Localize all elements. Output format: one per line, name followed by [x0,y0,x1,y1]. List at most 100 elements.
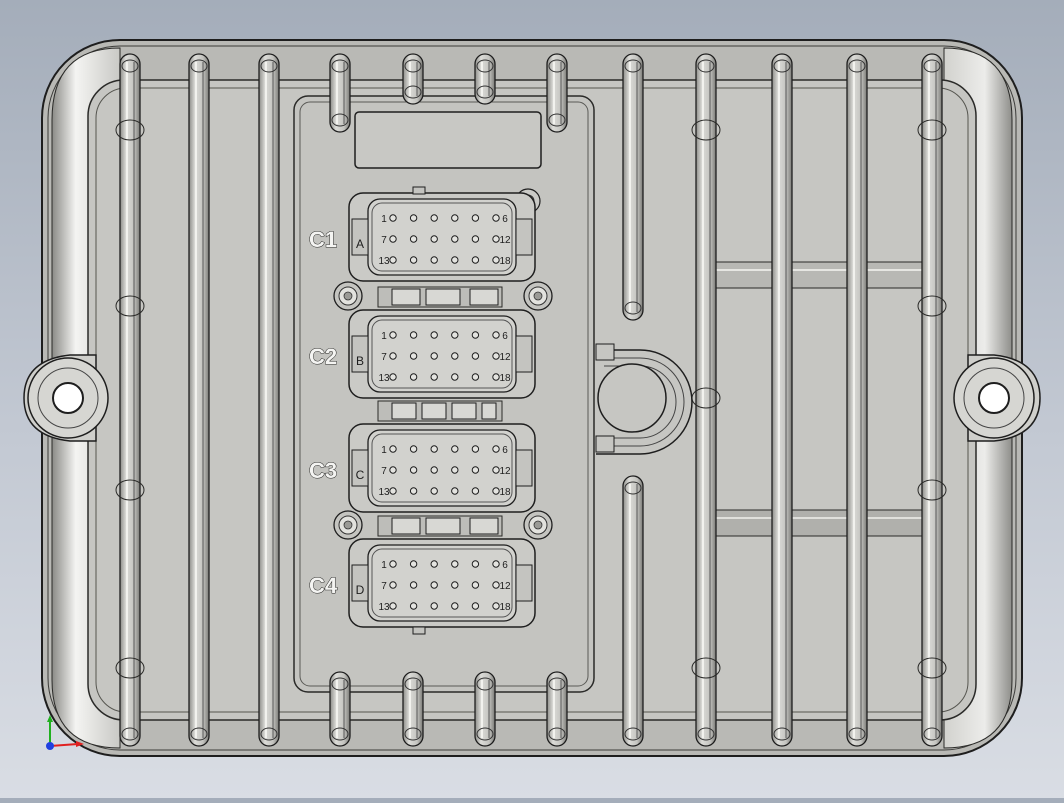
pin-socket [492,445,500,453]
pin-socket [471,373,480,381]
pin-socket [409,487,418,495]
pin-number: 13 [378,256,390,267]
connector-key-letter: B [356,354,364,368]
pin-socket [492,214,500,222]
pin-socket [451,331,459,339]
pin-number: 1 [381,560,387,571]
pin-socket [471,235,480,243]
pin-socket [409,331,418,339]
bolt-icon [333,510,363,540]
pin-socket [492,373,500,381]
pin-socket [430,581,438,589]
pin-socket [451,445,459,453]
cad-viewport[interactable]: C1 A 1 6 7 12 13 18 C2 B 1 6 7 12 13 18 C3 C 1 6 7 12 13 18 C4 D 1… [0,0,1064,798]
pin-socket [471,256,480,264]
pin-socket [430,445,438,453]
connector-label: C3 [309,458,337,483]
cooling-fin [546,671,568,747]
cooling-fin [622,53,644,321]
pin-socket [451,602,459,610]
pin-socket [451,373,459,381]
pin-socket [409,581,418,589]
pin-socket [471,466,480,474]
pin-socket [430,235,438,243]
pin-socket [492,256,500,264]
pin-socket [409,352,418,360]
pin-socket [430,352,438,360]
pin-socket [492,602,500,610]
pin-socket [389,352,397,360]
bolt-icon [523,281,553,311]
latch-strip [377,400,503,422]
connector-label: C1 [309,227,337,252]
pin-number: 12 [499,581,511,592]
cooling-fin [622,475,644,747]
pin-number: 18 [499,373,511,384]
connector-label: C2 [309,344,337,369]
pin-socket [451,214,459,222]
pin-number: 7 [381,235,387,246]
pin-socket [430,214,438,222]
pin-number: 7 [381,352,387,363]
latch-notch [412,626,426,635]
pin-number: 7 [381,466,387,477]
mount-tab-right [953,354,1041,442]
cooling-fin [329,53,351,133]
label-plate [354,111,542,169]
connector-label: C4 [309,573,338,598]
pin-number: 6 [502,214,508,225]
pin-socket [492,560,500,568]
pin-number: 18 [499,602,511,613]
pin-socket [389,373,397,381]
pin-number: 18 [499,256,511,267]
bolt-icon [333,281,363,311]
pin-socket [430,373,438,381]
pin-socket [451,581,459,589]
pin-number: 12 [499,235,511,246]
pin-socket [409,445,418,453]
cooling-fin [188,53,210,747]
cooling-fin [329,671,351,747]
pin-number: 6 [502,560,508,571]
connector-key-letter: C [356,468,365,482]
pin-socket [471,214,480,222]
cooling-fin [402,53,424,105]
pin-socket [471,560,480,568]
pin-socket [409,373,418,381]
pin-number: 6 [502,331,508,342]
pin-socket [389,487,397,495]
pin-socket [451,256,459,264]
pin-number: 13 [378,373,390,384]
pin-number: 13 [378,487,390,498]
pin-socket [430,256,438,264]
pin-number: 6 [502,445,508,456]
cooling-fin [771,53,793,747]
pin-socket [492,331,500,339]
pin-socket [471,581,480,589]
pin-socket [451,235,459,243]
pin-socket [430,487,438,495]
pin-number: 1 [381,214,387,225]
cooling-fin [119,53,141,747]
pin-socket [409,256,418,264]
latch-strip [377,515,503,537]
pin-socket [451,560,459,568]
pin-socket [471,602,480,610]
pin-socket [389,331,397,339]
ecu-housing-drawing: C1 A1 67 1213 18C2 B1 67 1213 18C3 C1 67 1213 18C4 D1… [23,39,1041,757]
pin-socket [471,445,480,453]
pin-socket [389,256,397,264]
pin-number: 12 [499,466,511,477]
pin-socket [471,331,480,339]
pin-socket [389,445,397,453]
pin-socket [430,602,438,610]
pin-socket [492,466,500,474]
cooling-fin [474,671,496,747]
pin-socket [471,352,480,360]
pin-number: 12 [499,352,511,363]
bolt-icon [523,510,553,540]
pin-number: 13 [378,602,390,613]
connector-key-letter: A [356,237,364,251]
pin-socket [430,466,438,474]
pin-socket [451,466,459,474]
